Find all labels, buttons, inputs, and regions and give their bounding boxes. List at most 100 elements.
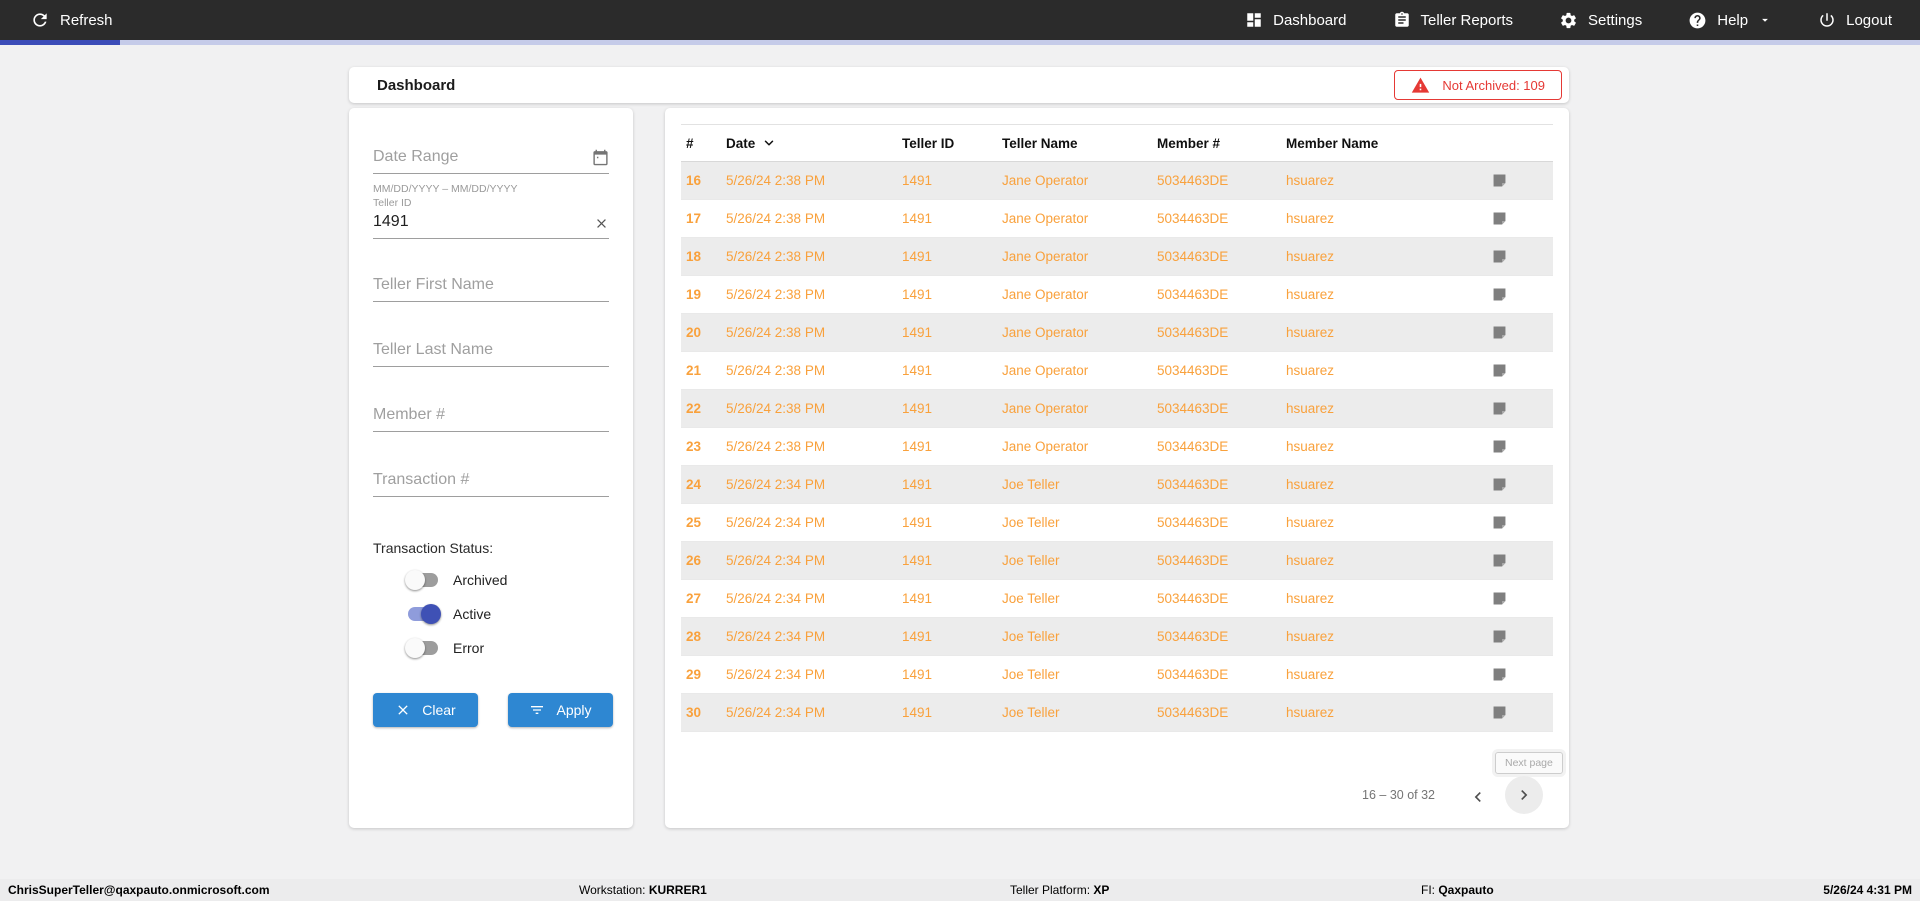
teller-name-cell: Jane Operator (1002, 401, 1089, 416)
row-number-cell: 19 (686, 287, 702, 302)
table-row[interactable]: 22 5/26/24 2:38 PM 1491 Jane Operator 50… (681, 390, 1553, 428)
table-row[interactable]: 21 5/26/24 2:38 PM 1491 Jane Operator 50… (681, 352, 1553, 390)
table-row[interactable]: 16 5/26/24 2:38 PM 1491 Jane Operator 50… (681, 162, 1553, 200)
note-icon[interactable] (1489, 324, 1553, 341)
table-row[interactable]: 27 5/26/24 2:34 PM 1491 Joe Teller 50344… (681, 580, 1553, 618)
teller-name-cell: Joe Teller (1002, 553, 1060, 568)
note-icon[interactable] (1489, 552, 1553, 569)
clipboard-icon (1393, 11, 1411, 29)
table-row[interactable]: 29 5/26/24 2:34 PM 1491 Joe Teller 50344… (681, 656, 1553, 694)
note-icon[interactable] (1489, 248, 1553, 265)
active-switch-icon[interactable] (405, 604, 441, 624)
nav-help[interactable]: Help (1688, 11, 1772, 30)
not-archived-badge[interactable]: Not Archived: 109 (1394, 70, 1562, 100)
row-number-cell: 20 (686, 325, 702, 340)
note-icon[interactable] (1489, 286, 1553, 303)
teller-id-cell: 1491 (902, 287, 933, 302)
table-row[interactable]: 24 5/26/24 2:34 PM 1491 Joe Teller 50344… (681, 466, 1553, 504)
date-cell: 5/26/24 2:34 PM (726, 515, 826, 530)
nav-settings[interactable]: Settings (1559, 11, 1642, 30)
error-switch-icon[interactable] (405, 638, 441, 658)
table-row[interactable]: 20 5/26/24 2:38 PM 1491 Jane Operator 50… (681, 314, 1553, 352)
nav-settings-label: Settings (1588, 11, 1643, 29)
archived-switch-icon[interactable] (405, 570, 441, 590)
teller-id-cell: 1491 (902, 363, 933, 378)
next-page-button[interactable] (1505, 776, 1543, 814)
col-header-date[interactable]: Date (726, 136, 902, 151)
note-icon[interactable] (1489, 362, 1553, 379)
teller-last-name-input[interactable] (373, 337, 609, 367)
row-number-cell: 29 (686, 667, 702, 682)
col-header-teller-name: Teller Name (1002, 135, 1078, 151)
table-row[interactable]: 17 5/26/24 2:38 PM 1491 Jane Operator 50… (681, 200, 1553, 238)
table-row[interactable]: 18 5/26/24 2:38 PM 1491 Jane Operator 50… (681, 238, 1553, 276)
note-icon[interactable] (1489, 438, 1553, 455)
gear-icon (1559, 11, 1578, 30)
status-bar-datetime: 5/26/24 4:31 PM (1823, 883, 1912, 897)
table-row[interactable]: 19 5/26/24 2:38 PM 1491 Jane Operator 50… (681, 276, 1553, 314)
teller-id-cell: 1491 (902, 211, 933, 226)
note-icon[interactable] (1489, 666, 1553, 683)
member-name-cell: hsuarez (1286, 401, 1335, 416)
member-name-cell: hsuarez (1286, 515, 1335, 530)
apply-button-label: Apply (556, 702, 592, 718)
teller-id-cell: 1491 (902, 553, 933, 568)
workstation-info: Workstation: KURRER1 (579, 879, 707, 901)
member-name-cell: hsuarez (1286, 439, 1335, 454)
refresh-button[interactable]: Refresh (30, 10, 113, 30)
date-range-input[interactable] (373, 144, 609, 174)
note-icon[interactable] (1489, 704, 1553, 721)
note-icon[interactable] (1489, 628, 1553, 645)
transaction-number-input[interactable] (373, 467, 609, 497)
table-header-row: # Date Teller ID Teller Name Member # Me… (681, 124, 1553, 162)
teller-name-cell: Joe Teller (1002, 667, 1060, 682)
table-row[interactable]: 30 5/26/24 2:34 PM 1491 Joe Teller 50344… (681, 694, 1553, 732)
teller-id-cell: 1491 (902, 325, 933, 340)
toggle-archived[interactable]: Archived (405, 570, 507, 590)
table-row[interactable]: 28 5/26/24 2:34 PM 1491 Joe Teller 50344… (681, 618, 1553, 656)
note-icon[interactable] (1489, 172, 1553, 189)
nav-logout[interactable]: Logout (1818, 11, 1892, 29)
table-row[interactable]: 25 5/26/24 2:34 PM 1491 Joe Teller 50344… (681, 504, 1553, 542)
teller-name-cell: Jane Operator (1002, 173, 1089, 188)
teller-id-input[interactable] (373, 209, 609, 239)
clear-teller-id-icon[interactable] (594, 216, 609, 231)
clear-button[interactable]: Clear (373, 693, 478, 727)
note-icon[interactable] (1489, 400, 1553, 417)
teller-id-cell: 1491 (902, 705, 933, 720)
date-cell: 5/26/24 2:38 PM (726, 287, 826, 302)
note-icon[interactable] (1489, 210, 1553, 227)
member-name-cell: hsuarez (1286, 477, 1335, 492)
filter-panel: MM/DD/YYYY – MM/DD/YYYY Teller ID Transa… (349, 108, 633, 828)
previous-page-button[interactable] (1465, 784, 1491, 810)
date-range-helper: MM/DD/YYYY – MM/DD/YYYY (373, 183, 518, 195)
nav-dashboard[interactable]: Dashboard (1245, 11, 1347, 29)
toggle-error[interactable]: Error (405, 638, 484, 658)
teller-last-name-field (373, 337, 609, 367)
row-number-cell: 25 (686, 515, 702, 530)
apply-button[interactable]: Apply (508, 693, 613, 727)
member-name-cell: hsuarez (1286, 667, 1335, 682)
teller-first-name-input[interactable] (373, 272, 609, 302)
note-icon[interactable] (1489, 476, 1553, 493)
refresh-label: Refresh (60, 11, 113, 29)
member-number-cell: 5034463DE (1157, 667, 1229, 682)
member-number-cell: 5034463DE (1157, 705, 1229, 720)
date-cell: 5/26/24 2:38 PM (726, 249, 826, 264)
teller-first-name-field (373, 272, 609, 302)
table-row[interactable]: 23 5/26/24 2:38 PM 1491 Jane Operator 50… (681, 428, 1553, 466)
member-number-input[interactable] (373, 402, 609, 432)
nav-help-label: Help (1717, 11, 1749, 29)
help-icon (1688, 11, 1707, 30)
date-range-field (373, 144, 609, 174)
toggle-active[interactable]: Active (405, 604, 491, 624)
member-number-field (373, 402, 609, 432)
member-number-cell: 5034463DE (1157, 363, 1229, 378)
note-icon[interactable] (1489, 514, 1553, 531)
table-row[interactable]: 26 5/26/24 2:34 PM 1491 Joe Teller 50344… (681, 542, 1553, 580)
nav-teller-reports[interactable]: Teller Reports (1393, 11, 1513, 29)
note-icon[interactable] (1489, 590, 1553, 607)
date-cell: 5/26/24 2:34 PM (726, 553, 826, 568)
calendar-icon[interactable] (592, 149, 609, 166)
logged-in-user: ChrisSuperTeller@qaxpauto.onmicrosoft.co… (8, 883, 270, 897)
